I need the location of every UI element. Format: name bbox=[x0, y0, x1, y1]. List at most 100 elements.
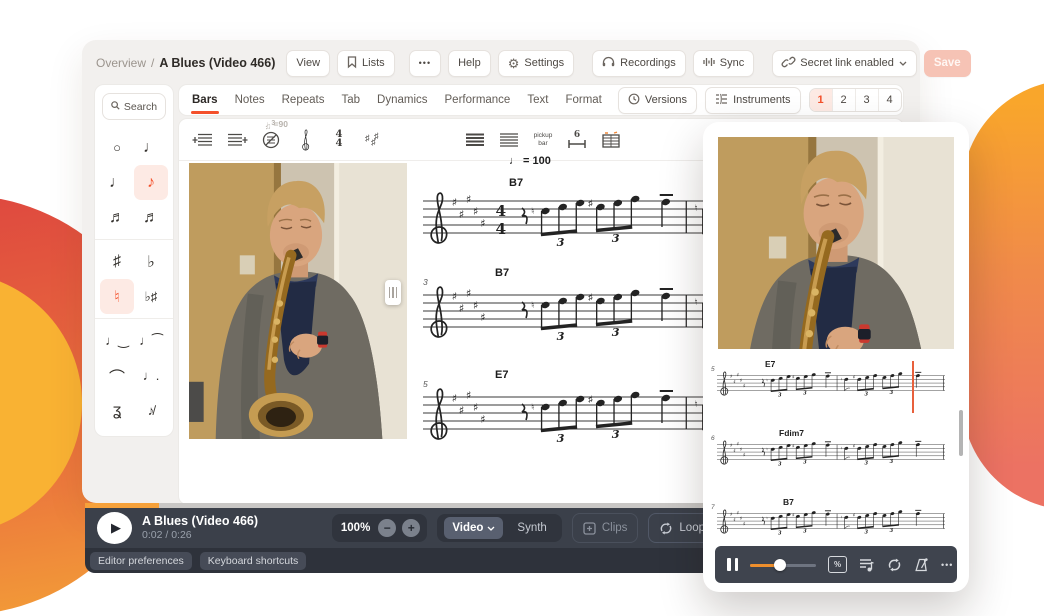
tab-tab[interactable]: Tab bbox=[340, 87, 361, 113]
settings-button[interactable]: ⚙ Settings bbox=[498, 50, 574, 77]
eighth-note-button[interactable]: ♪ bbox=[134, 165, 168, 200]
chord-symbol: B7 bbox=[509, 177, 523, 189]
page-4-button[interactable]: 4 bbox=[878, 89, 901, 111]
whole-note-button[interactable]: ○ bbox=[100, 130, 134, 165]
seek-slider[interactable] bbox=[750, 559, 816, 571]
secret-link-button[interactable]: Secret link enabled bbox=[772, 50, 917, 77]
clips-icon bbox=[583, 522, 596, 535]
tab-bars[interactable]: Bars bbox=[191, 87, 219, 113]
clef-icon[interactable] bbox=[291, 126, 319, 154]
breadcrumb-section[interactable]: Overview bbox=[96, 56, 146, 70]
video-source-button[interactable]: Video bbox=[444, 517, 503, 539]
save-button[interactable]: Save bbox=[924, 50, 971, 77]
thirty-second-note-button[interactable]: ♬ bbox=[134, 200, 168, 235]
quarter-rest-button[interactable]: ʓ bbox=[100, 393, 134, 428]
time-signature-icon[interactable]: 44 bbox=[325, 126, 353, 154]
search-button[interactable]: Search bbox=[102, 93, 166, 120]
panel-resize-handle[interactable] bbox=[385, 280, 401, 305]
playlist-music-icon bbox=[859, 558, 875, 572]
zoom-in-button[interactable]: + bbox=[402, 519, 420, 537]
help-button[interactable]: Help bbox=[448, 50, 491, 77]
natural-button[interactable]: ♮ bbox=[100, 279, 134, 314]
tab-format[interactable]: Format bbox=[564, 87, 602, 113]
video-panel[interactable] bbox=[189, 163, 407, 439]
tie-up-button[interactable]: ♩⁀ bbox=[134, 323, 168, 358]
mobile-staff-1[interactable] bbox=[717, 370, 945, 398]
chevron-down-icon bbox=[487, 526, 495, 531]
slider-thumb[interactable] bbox=[774, 559, 786, 571]
tab-text[interactable]: Text bbox=[526, 87, 549, 113]
keyboard-shortcuts-button[interactable]: Keyboard shortcuts bbox=[200, 552, 306, 570]
mobile-staff-2[interactable] bbox=[717, 439, 945, 467]
recordings-button[interactable]: Recordings bbox=[592, 50, 686, 77]
sharp-button[interactable]: ♯ bbox=[100, 244, 134, 279]
search-icon bbox=[111, 101, 120, 113]
tab-performance[interactable]: Performance bbox=[444, 87, 512, 113]
view-button[interactable]: View bbox=[286, 50, 330, 77]
grace-note-button[interactable]: ♪̸ bbox=[134, 393, 168, 428]
loop-button[interactable] bbox=[887, 558, 902, 572]
play-button[interactable]: ▶ bbox=[97, 512, 132, 544]
page-1-button[interactable]: 1 bbox=[810, 89, 832, 111]
tempo-marking-icon[interactable]: ♩=90 bbox=[393, 126, 421, 154]
tab-notes[interactable]: Notes bbox=[234, 87, 266, 113]
page-title: A Blues (Video 466) bbox=[159, 56, 275, 70]
pause-button[interactable] bbox=[727, 558, 738, 571]
staff-style-icon[interactable] bbox=[461, 126, 489, 154]
tempo-marking: ♩ = 100 bbox=[509, 155, 551, 167]
tab-dynamics[interactable]: Dynamics bbox=[376, 87, 428, 113]
articulation-group: ♩‿ ♩⁀ ⌒ ♩. ʓ ♪̸ bbox=[95, 318, 173, 432]
quarter-note-button[interactable]: ♩ bbox=[100, 165, 134, 200]
scrollbar[interactable] bbox=[959, 410, 963, 456]
gear-icon: ⚙ bbox=[508, 57, 520, 70]
editor-preferences-button[interactable]: Editor preferences bbox=[90, 552, 192, 570]
zoom-out-button[interactable]: − bbox=[378, 519, 396, 537]
svg-text:♯: ♯ bbox=[374, 131, 379, 141]
symbol-sidebar: Search ○ ♩ ♩ ♪ ♬ ♬ ♯ ♭ ♮ ♭♯ ♩‿ ♩⁀ ⌒ ♩. ʓ… bbox=[94, 84, 174, 437]
flat-sharp-button[interactable]: ♭♯ bbox=[134, 279, 168, 314]
metronome-icon bbox=[914, 558, 929, 572]
instruments-button[interactable]: Instruments bbox=[705, 87, 800, 114]
mobile-video-panel[interactable] bbox=[718, 137, 954, 349]
flat-button[interactable]: ♭ bbox=[134, 244, 168, 279]
tuplet-icon[interactable]: ♫3 bbox=[427, 126, 455, 154]
metronome-button[interactable] bbox=[914, 558, 929, 572]
pickup-bar-icon[interactable]: pickup bar bbox=[529, 126, 557, 154]
synth-source-button[interactable]: Synth bbox=[509, 522, 554, 534]
lists-button[interactable]: Lists bbox=[337, 50, 395, 77]
partial-measure-icon[interactable]: 6 bbox=[563, 126, 591, 154]
slur-button[interactable]: ⌒ bbox=[100, 358, 134, 393]
chord-symbol: B7 bbox=[495, 267, 509, 279]
tab-repeats[interactable]: Repeats bbox=[281, 87, 326, 113]
headphones-icon bbox=[602, 56, 615, 70]
waveform-icon bbox=[703, 56, 715, 71]
sixteenth-note-button[interactable]: ♬ bbox=[100, 200, 134, 235]
bookmark-icon bbox=[347, 56, 357, 71]
dotted-note-button[interactable]: ♩. bbox=[134, 358, 168, 393]
clips-button[interactable]: Clips bbox=[572, 513, 639, 543]
loop-icon bbox=[659, 522, 673, 535]
half-note-button[interactable]: ♩ bbox=[134, 130, 168, 165]
more-button[interactable]: ••• bbox=[409, 50, 441, 77]
edit-tab-bar: Bars Notes Repeats Tab Dynamics Performa… bbox=[178, 84, 904, 116]
page-3-button[interactable]: 3 bbox=[855, 89, 878, 111]
more-button[interactable]: ••• bbox=[941, 560, 953, 570]
key-signature-icon[interactable]: ♯♯♯ bbox=[359, 126, 387, 154]
progress-track[interactable] bbox=[85, 503, 728, 508]
playback-cursor bbox=[912, 361, 914, 413]
progress-fill bbox=[85, 503, 159, 508]
tie-down-button[interactable]: ♩‿ bbox=[100, 323, 134, 358]
page-2-button[interactable]: 2 bbox=[832, 89, 855, 111]
mobile-control-bar: % ••• bbox=[715, 546, 957, 583]
speed-percent-button[interactable]: % bbox=[828, 556, 847, 573]
insert-bar-before-icon[interactable] bbox=[189, 126, 217, 154]
insert-bar-after-icon[interactable] bbox=[223, 126, 251, 154]
playlist-music-button[interactable] bbox=[859, 558, 875, 572]
mobile-staff-3[interactable] bbox=[717, 508, 945, 536]
versions-button[interactable]: Versions bbox=[618, 87, 697, 114]
multi-measure-icon[interactable] bbox=[597, 126, 625, 154]
accidental-group: ♯ ♭ ♮ ♭♯ bbox=[95, 239, 173, 318]
sync-button[interactable]: Sync bbox=[693, 50, 754, 77]
chord-symbol: E7 bbox=[495, 369, 508, 381]
staff-lines-icon[interactable] bbox=[495, 126, 523, 154]
